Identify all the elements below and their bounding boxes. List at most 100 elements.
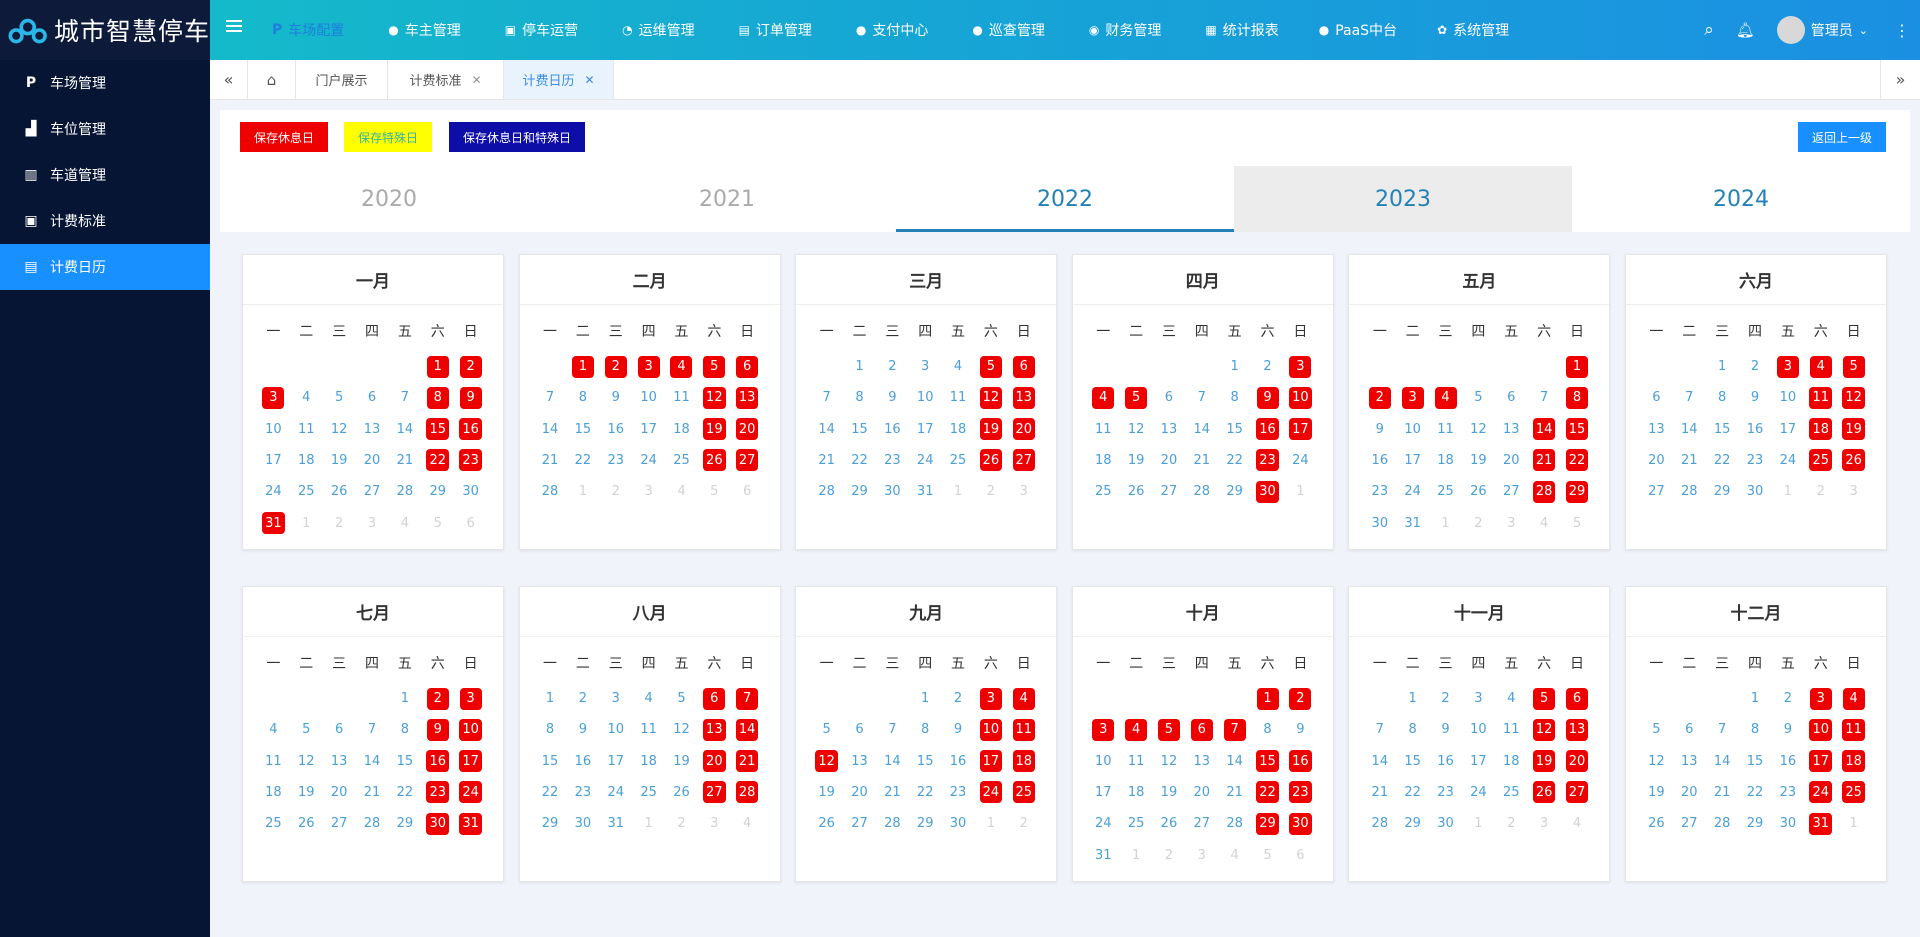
- calendar-day[interactable]: 29: [534, 808, 567, 839]
- calendar-day[interactable]: 16: [1739, 414, 1772, 445]
- holiday-day[interactable]: 24: [974, 777, 1007, 808]
- sidebar-item-space[interactable]: ▟ 车位管理: [0, 106, 210, 152]
- calendar-day[interactable]: 6: [323, 714, 356, 745]
- calendar-day[interactable]: 1: [1396, 683, 1429, 714]
- calendar-day[interactable]: 3: [1462, 683, 1495, 714]
- calendar-day[interactable]: 11: [257, 746, 290, 777]
- calendar-day[interactable]: 23: [599, 445, 632, 476]
- holiday-day[interactable]: 19: [974, 414, 1007, 445]
- calendar-day[interactable]: 2: [566, 683, 599, 714]
- calendar-day[interactable]: 24: [1771, 445, 1804, 476]
- menu-toggle-icon[interactable]: [226, 20, 242, 34]
- tab-fee-standard[interactable]: 计费标准 ✕: [388, 60, 504, 99]
- holiday-day[interactable]: 31: [454, 808, 487, 839]
- holiday-day[interactable]: 5: [1153, 714, 1186, 745]
- calendar-day[interactable]: 7: [1706, 714, 1739, 745]
- holiday-day[interactable]: 4: [1429, 382, 1462, 413]
- calendar-day[interactable]: 25: [1120, 808, 1153, 839]
- holiday-day[interactable]: 4: [1804, 351, 1837, 382]
- calendar-day[interactable]: 11: [632, 714, 665, 745]
- holiday-day[interactable]: 31: [257, 508, 290, 539]
- holiday-day[interactable]: 29: [1251, 808, 1284, 839]
- calendar-day[interactable]: 15: [1706, 414, 1739, 445]
- calendar-day[interactable]: 7: [1528, 382, 1561, 413]
- holiday-day[interactable]: 19: [698, 414, 731, 445]
- calendar-day[interactable]: 3: [599, 683, 632, 714]
- calendar-day[interactable]: 22: [843, 445, 876, 476]
- holiday-day[interactable]: 1: [1251, 683, 1284, 714]
- save-rest-day-button[interactable]: 保存休息日: [240, 122, 329, 152]
- calendar-day[interactable]: 5: [665, 683, 698, 714]
- holiday-day[interactable]: 26: [698, 445, 731, 476]
- calendar-day[interactable]: 18: [665, 414, 698, 445]
- holiday-day[interactable]: 10: [1284, 382, 1317, 413]
- calendar-day[interactable]: 11: [942, 382, 975, 413]
- calendar-day[interactable]: 19: [290, 777, 323, 808]
- calendar-day[interactable]: 13: [323, 746, 356, 777]
- calendar-day[interactable]: 9: [1739, 382, 1772, 413]
- calendar-day[interactable]: 2: [1429, 683, 1462, 714]
- holiday-day[interactable]: 5: [1837, 351, 1870, 382]
- calendar-day[interactable]: 6: [1640, 382, 1673, 413]
- calendar-day[interactable]: 19: [323, 445, 356, 476]
- calendar-day[interactable]: 23: [1429, 777, 1462, 808]
- calendar-day[interactable]: 21: [1218, 777, 1251, 808]
- calendar-day[interactable]: 29: [1396, 808, 1429, 839]
- home-tab[interactable]: ⌂: [248, 60, 296, 99]
- holiday-day[interactable]: 22: [421, 445, 454, 476]
- calendar-day[interactable]: 21: [1706, 777, 1739, 808]
- calendar-day[interactable]: 8: [1739, 714, 1772, 745]
- calendar-day[interactable]: 13: [1673, 746, 1706, 777]
- calendar-day[interactable]: 8: [534, 714, 567, 745]
- holiday-day[interactable]: 6: [1561, 683, 1594, 714]
- holiday-day[interactable]: 11: [1007, 714, 1040, 745]
- holiday-day[interactable]: 3: [1284, 351, 1317, 382]
- holiday-day[interactable]: 9: [421, 714, 454, 745]
- holiday-day[interactable]: 20: [1561, 746, 1594, 777]
- holiday-day[interactable]: 6: [1185, 714, 1218, 745]
- holiday-day[interactable]: 2: [454, 351, 487, 382]
- holiday-day[interactable]: 15: [1251, 746, 1284, 777]
- calendar-day[interactable]: 27: [1495, 476, 1528, 507]
- calendar-day[interactable]: 17: [1087, 777, 1120, 808]
- calendar-day[interactable]: 28: [1673, 476, 1706, 507]
- calendar-day[interactable]: 2: [1739, 351, 1772, 382]
- holiday-day[interactable]: 23: [454, 445, 487, 476]
- holiday-day[interactable]: 16: [454, 414, 487, 445]
- calendar-day[interactable]: 5: [290, 714, 323, 745]
- holiday-day[interactable]: 6: [1007, 351, 1040, 382]
- logo[interactable]: 城市智慧停车: [0, 0, 210, 60]
- calendar-day[interactable]: 27: [323, 808, 356, 839]
- holiday-day[interactable]: 20: [698, 746, 731, 777]
- calendar-day[interactable]: 24: [1396, 476, 1429, 507]
- calendar-day[interactable]: 7: [356, 714, 389, 745]
- calendar-day[interactable]: 30: [454, 476, 487, 507]
- calendar-day[interactable]: 16: [599, 414, 632, 445]
- holiday-day[interactable]: 25: [1837, 777, 1870, 808]
- calendar-day[interactable]: 16: [566, 746, 599, 777]
- calendar-day[interactable]: 23: [566, 777, 599, 808]
- holiday-day[interactable]: 16: [1284, 746, 1317, 777]
- calendar-day[interactable]: 26: [323, 476, 356, 507]
- holiday-day[interactable]: 18: [1837, 746, 1870, 777]
- calendar-day[interactable]: 23: [1739, 445, 1772, 476]
- calendar-day[interactable]: 12: [290, 746, 323, 777]
- calendar-day[interactable]: 30: [1771, 808, 1804, 839]
- holiday-day[interactable]: 27: [1561, 777, 1594, 808]
- calendar-day[interactable]: 17: [257, 445, 290, 476]
- calendar-day[interactable]: 18: [290, 445, 323, 476]
- tabs-scroll-right-icon[interactable]: »: [1880, 60, 1920, 99]
- holiday-day[interactable]: 3: [257, 382, 290, 413]
- calendar-day[interactable]: 17: [632, 414, 665, 445]
- calendar-day[interactable]: 31: [1087, 840, 1120, 871]
- calendar-day[interactable]: 23: [942, 777, 975, 808]
- holiday-day[interactable]: 28: [731, 777, 764, 808]
- year-tab-2021[interactable]: 2021: [558, 166, 896, 232]
- calendar-day[interactable]: 20: [1640, 445, 1673, 476]
- nav-orders[interactable]: ▤ 订单管理: [739, 20, 812, 40]
- calendar-day[interactable]: 28: [1218, 808, 1251, 839]
- calendar-day[interactable]: 24: [1462, 777, 1495, 808]
- calendar-day[interactable]: 28: [1185, 476, 1218, 507]
- calendar-day[interactable]: 7: [1673, 382, 1706, 413]
- nav-operation[interactable]: ▣ 停车运营: [505, 20, 578, 40]
